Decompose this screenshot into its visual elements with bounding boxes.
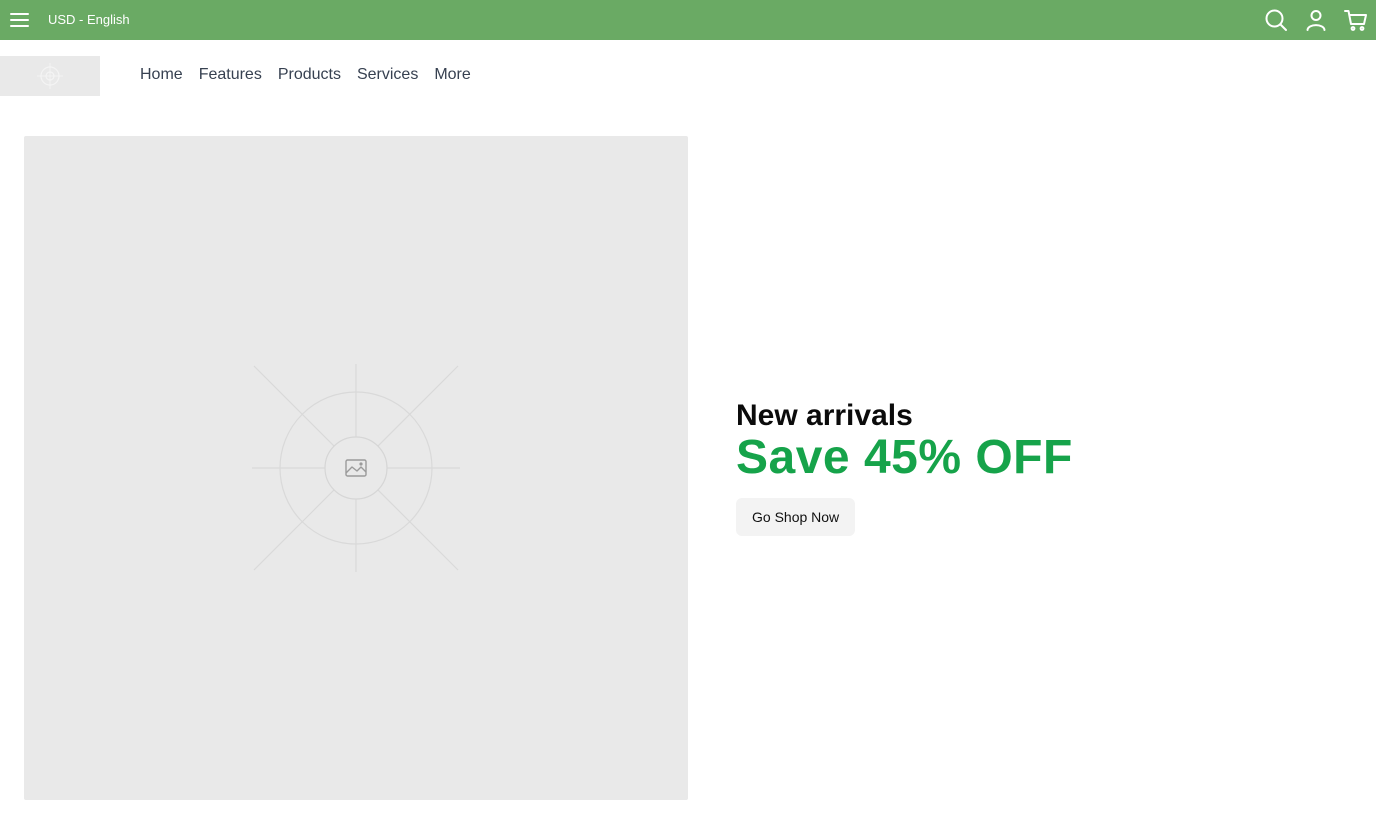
logo[interactable]: [0, 56, 100, 96]
locale-selector[interactable]: USD - English: [48, 12, 130, 27]
image-placeholder-icon: [252, 364, 460, 572]
hero-kicker: New arrivals: [736, 399, 913, 432]
user-icon[interactable]: [1304, 8, 1328, 32]
logo-placeholder-icon: [37, 63, 63, 89]
hero-content: New arrivals Save 45% OFF Go Shop Now: [736, 398, 1073, 536]
nav-links: Home Features Products Services More: [140, 66, 471, 84]
menu-icon[interactable]: [10, 10, 30, 30]
nav-link-services[interactable]: Services: [357, 66, 418, 84]
nav-link-home[interactable]: Home: [140, 66, 183, 84]
search-icon[interactable]: [1264, 8, 1288, 32]
shop-now-button[interactable]: Go Shop Now: [736, 498, 856, 536]
cart-icon[interactable]: [1344, 8, 1368, 32]
nav-link-products[interactable]: Products: [278, 66, 341, 84]
top-bar: USD - English: [0, 0, 1376, 40]
hero-headline: Save 45% OFF: [736, 431, 1073, 484]
hero-image-placeholder: [24, 136, 688, 800]
nav-link-more[interactable]: More: [434, 66, 470, 84]
nav-link-features[interactable]: Features: [199, 66, 262, 84]
main-navigation: Home Features Products Services More: [0, 40, 1376, 112]
